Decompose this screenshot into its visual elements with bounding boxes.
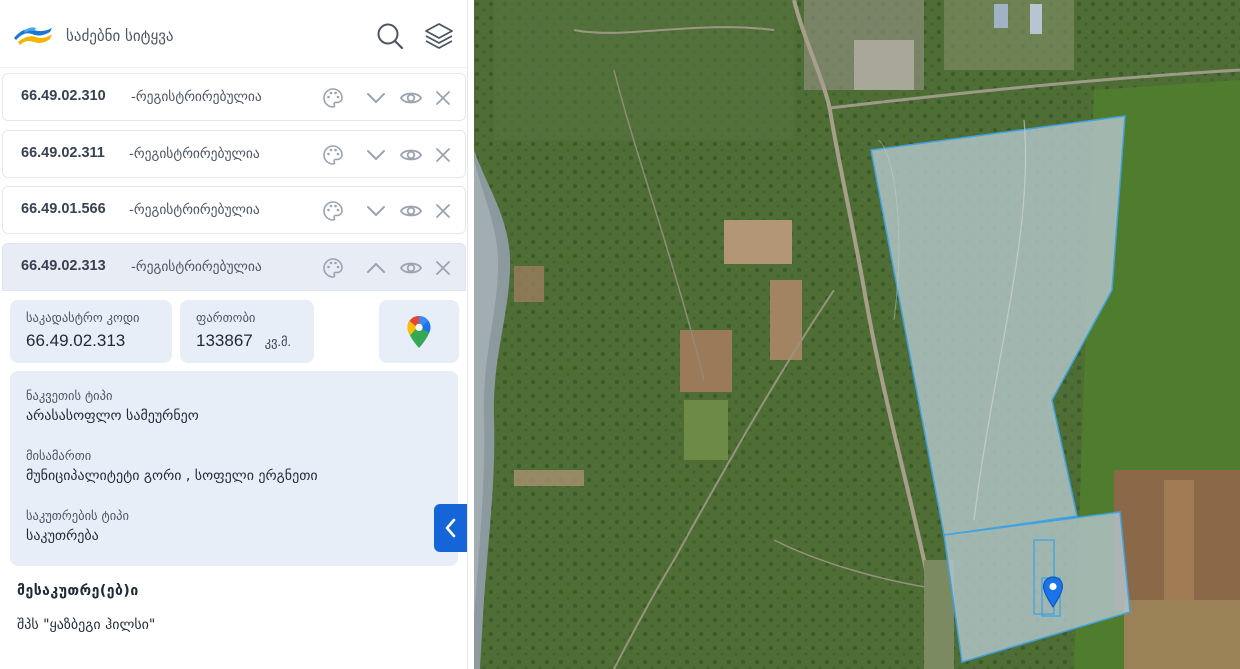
parcel-code: 66.49.02.310 [21, 88, 106, 104]
parcel-info-card: ნაკვეთის ტიპი არასასოფლო სამეურნეო მისამ… [10, 371, 458, 566]
chevron-down-icon [367, 93, 385, 103]
area-unit: კვ.მ. [264, 335, 291, 349]
google-maps-pin-icon [407, 315, 431, 348]
close-icon [436, 148, 450, 162]
palette-button[interactable] [321, 143, 345, 167]
eye-icon [399, 205, 423, 217]
ownership-type-label: საკუთრების ტიპი [26, 508, 130, 523]
parcel-code: 66.49.01.566 [21, 201, 106, 217]
palette-icon [323, 145, 343, 165]
layers-icon [425, 23, 453, 49]
land-type-label: ნაკვეთის ტიპი [26, 388, 113, 403]
chevron-down-icon [367, 150, 385, 160]
remove-button[interactable] [431, 86, 455, 110]
cadastral-code-value: 66.49.02.313 [26, 331, 126, 350]
chevron-up-icon [367, 263, 385, 273]
collapse-row-button[interactable] [364, 256, 388, 280]
parcel-row[interactable]: 66.49.02.311 -რეგისტრირებულია [2, 130, 466, 178]
logo-icon [14, 27, 52, 45]
parcel-code: 66.49.02.313 [21, 258, 106, 274]
remove-button[interactable] [431, 199, 455, 223]
parcel-row-active[interactable]: 66.49.02.313 -რეგისტრირებულია [2, 243, 466, 291]
close-icon [436, 204, 450, 218]
search-icon [377, 23, 404, 50]
eye-icon [399, 149, 423, 161]
map-view[interactable] [474, 0, 1240, 669]
eye-icon [399, 92, 423, 104]
search-bar [0, 0, 467, 68]
address-value: მუნიციპალიტეტი გორი , სოფელი ერგნეთი [26, 468, 318, 484]
visibility-button[interactable] [399, 199, 423, 223]
parcel-status: -რეგისტრირებულია [131, 259, 262, 275]
close-icon [436, 91, 450, 105]
land-type-value: არასასოფლო სამეურნეო [26, 408, 199, 424]
parcel-status: -რეგისტრირებულია [129, 202, 260, 218]
visibility-button[interactable] [399, 143, 423, 167]
visibility-button[interactable] [399, 256, 423, 280]
address-label: მისამართი [26, 448, 92, 463]
area-value: 133867 [196, 331, 253, 350]
parcel-status: -რეგისტრირებულია [131, 89, 262, 105]
parcel-row[interactable]: 66.49.02.310 -რეგისტრირებულია [2, 73, 466, 121]
collapse-panel-button[interactable] [434, 504, 467, 552]
area-label: ფართობი [196, 310, 256, 325]
cadastral-code-card: საკადასტრო კოდი 66.49.02.313 [10, 300, 172, 363]
palette-button[interactable] [321, 86, 345, 110]
area-value-wrap: 133867 კვ.მ. [196, 331, 291, 351]
search-input[interactable] [66, 22, 356, 50]
location-marker-icon[interactable] [1042, 576, 1064, 608]
satellite-imagery [474, 0, 1240, 669]
side-panel: 66.49.02.310 -რეგისტრირებულია 66.49.02.3… [0, 0, 468, 669]
chevron-left-icon [445, 518, 455, 538]
parcel-code: 66.49.02.311 [21, 145, 105, 161]
visibility-button[interactable] [399, 86, 423, 110]
ownership-type-value: საკუთრება [26, 528, 99, 544]
parcel-row[interactable]: 66.49.01.566 -რეგისტრირებულია [2, 186, 466, 234]
area-card: ფართობი 133867 კვ.მ. [180, 300, 314, 363]
owners-title: მესაკუთრე(ებ)ი [17, 583, 139, 599]
remove-button[interactable] [431, 256, 455, 280]
palette-icon [323, 258, 343, 278]
open-google-maps-button[interactable] [379, 300, 459, 363]
expand-button[interactable] [364, 143, 388, 167]
eye-icon [399, 262, 423, 274]
layers-button[interactable] [423, 20, 455, 52]
search-button[interactable] [374, 20, 406, 52]
expand-button[interactable] [364, 199, 388, 223]
cadastral-code-label: საკადასტრო კოდი [26, 310, 140, 325]
palette-icon [323, 201, 343, 221]
expand-button[interactable] [364, 86, 388, 110]
palette-button[interactable] [321, 256, 345, 280]
remove-button[interactable] [431, 143, 455, 167]
chevron-down-icon [367, 206, 385, 216]
palette-icon [323, 88, 343, 108]
owner-name: შპს "ყაზბეგი ჰილსი" [17, 617, 156, 633]
parcel-status: -რეგისტრირებულია [129, 146, 260, 162]
close-icon [436, 261, 450, 275]
palette-button[interactable] [321, 199, 345, 223]
